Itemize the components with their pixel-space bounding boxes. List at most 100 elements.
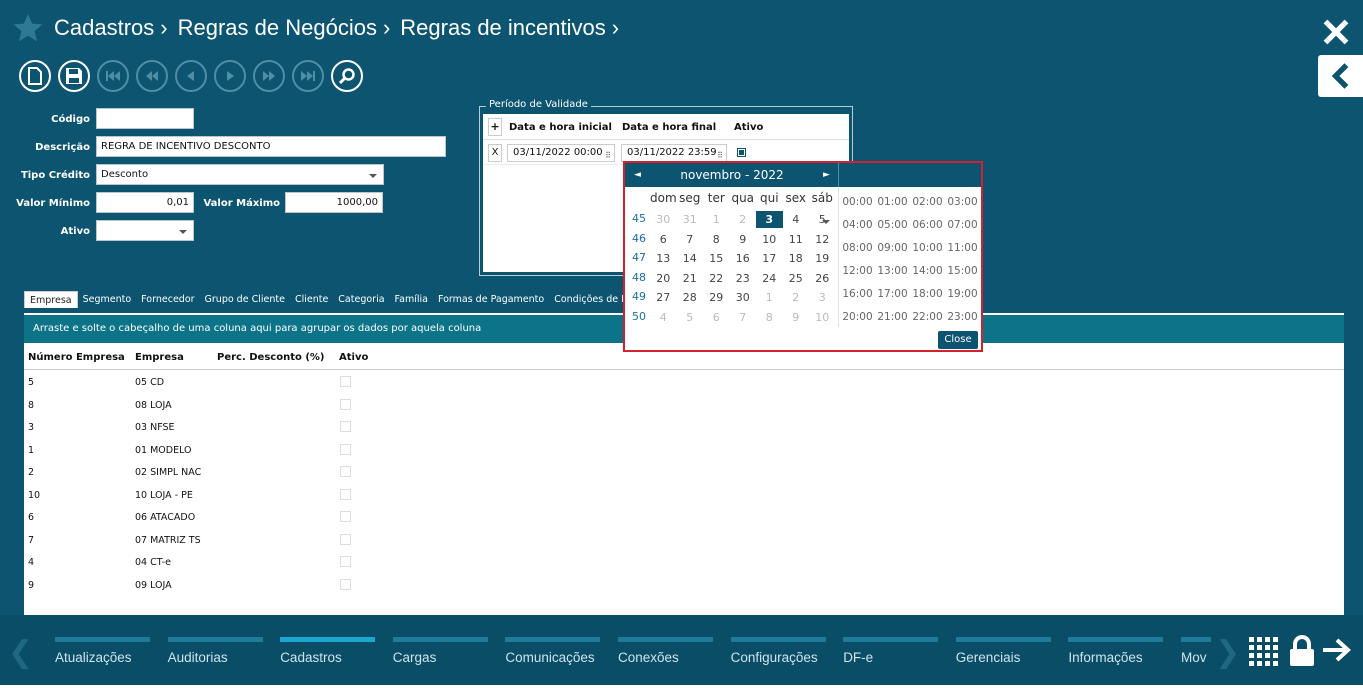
breadcrumb-item-regras-negocios[interactable]: Regras de Negócios bbox=[178, 15, 377, 41]
time-option[interactable]: 04:00 bbox=[840, 214, 875, 237]
next-page-button[interactable] bbox=[253, 60, 285, 92]
time-option[interactable]: 19:00 bbox=[945, 283, 980, 306]
codigo-input[interactable] bbox=[96, 108, 194, 129]
previous-record-button[interactable] bbox=[175, 60, 207, 92]
col-numero-empresa[interactable]: Número Empresa bbox=[28, 352, 125, 363]
tab-cliente[interactable]: Cliente bbox=[290, 291, 333, 308]
tab-grupo-de-cliente[interactable]: Grupo de Cliente bbox=[200, 291, 290, 308]
calendar-day[interactable]: 30 bbox=[730, 289, 757, 306]
calendar-day[interactable]: 18 bbox=[783, 250, 810, 267]
time-option[interactable]: 15:00 bbox=[945, 260, 980, 283]
ativo-checkbox[interactable] bbox=[340, 488, 351, 500]
ativo-checkbox[interactable] bbox=[340, 578, 351, 590]
tab-condi-es-de-pagamento[interactable]: Condições de Pagamento bbox=[549, 291, 624, 308]
calendar-day[interactable]: 2 bbox=[730, 211, 757, 228]
calendar-day[interactable]: 11 bbox=[783, 231, 810, 248]
col-ativo[interactable]: Ativo bbox=[339, 352, 368, 363]
close-icon[interactable] bbox=[1322, 18, 1350, 46]
time-option[interactable]: 05:00 bbox=[875, 214, 910, 237]
tab-fornecedor[interactable]: Fornecedor bbox=[136, 291, 199, 308]
module-cargas[interactable]: Cargas bbox=[392, 637, 488, 665]
time-option[interactable]: 22:00 bbox=[910, 306, 945, 329]
calendar-day[interactable]: 10 bbox=[809, 309, 836, 326]
time-option[interactable]: 16:00 bbox=[840, 283, 875, 306]
calendar-day[interactable]: 24 bbox=[756, 270, 783, 287]
time-option[interactable]: 00:00 bbox=[840, 191, 875, 214]
ativo-select[interactable] bbox=[96, 220, 194, 241]
tab-fam-lia[interactable]: Família bbox=[390, 291, 433, 308]
calendar-day[interactable]: 22 bbox=[703, 270, 730, 287]
calendar-day[interactable]: 7 bbox=[677, 231, 704, 248]
calendar-day[interactable]: 2 bbox=[783, 289, 810, 306]
collapse-panel-button[interactable] bbox=[1318, 55, 1363, 97]
add-period-button[interactable]: + bbox=[488, 118, 502, 136]
module-configuracoes[interactable]: Configurações bbox=[730, 637, 826, 665]
calendar-day[interactable]: 9 bbox=[730, 231, 757, 248]
time-option[interactable]: 23:00 bbox=[945, 306, 980, 329]
time-option[interactable]: 14:00 bbox=[910, 260, 945, 283]
time-option[interactable]: 21:00 bbox=[875, 306, 910, 329]
module-atualizacoes[interactable]: Atualizações bbox=[55, 637, 150, 665]
ativo-checkbox[interactable] bbox=[340, 421, 351, 432]
table-row[interactable]: 3 03 NFSE bbox=[24, 416, 1344, 439]
table-row[interactable]: 7 07 MATRIZ TS bbox=[24, 529, 1344, 552]
calendar-day[interactable]: 30 bbox=[650, 211, 677, 228]
time-option[interactable]: 06:00 bbox=[910, 214, 945, 237]
lock-icon[interactable] bbox=[1289, 635, 1315, 667]
time-option[interactable]: 18:00 bbox=[910, 283, 945, 306]
valor-minimo-input[interactable]: 0,01 bbox=[96, 192, 194, 213]
col-empresa[interactable]: Empresa bbox=[135, 352, 184, 363]
calendar-day[interactable]: 10 bbox=[756, 231, 783, 248]
active-checkbox[interactable] bbox=[737, 148, 746, 157]
calendar-day[interactable]: 6 bbox=[650, 231, 677, 248]
time-option[interactable]: 08:00 bbox=[840, 237, 875, 260]
ativo-checkbox[interactable] bbox=[340, 376, 351, 387]
module-gerenciais[interactable]: Gerenciais bbox=[955, 637, 1051, 665]
time-option[interactable]: 07:00 bbox=[945, 214, 980, 237]
save-button[interactable] bbox=[58, 60, 90, 92]
calendar-day-selected[interactable]: 3 bbox=[756, 211, 783, 228]
tab-formas-de-pagamento[interactable]: Formas de Pagamento bbox=[433, 291, 549, 308]
table-row[interactable]: 1 01 MODELO bbox=[24, 439, 1344, 462]
module-auditorias[interactable]: Auditorias bbox=[167, 637, 263, 665]
scroll-right-icon[interactable]: ❯ bbox=[1215, 635, 1240, 670]
breadcrumb-item-cadastros[interactable]: Cadastros bbox=[54, 15, 154, 41]
time-option[interactable]: 11:00 bbox=[945, 237, 980, 260]
table-row[interactable]: 9 09 LOJA bbox=[24, 574, 1344, 597]
calendar-day[interactable]: 26 bbox=[809, 270, 836, 287]
time-option[interactable]: 01:00 bbox=[875, 191, 910, 214]
module-mov[interactable]: Mov bbox=[1181, 637, 1211, 665]
calendar-day[interactable]: 25 bbox=[783, 270, 810, 287]
next-record-button[interactable] bbox=[214, 60, 246, 92]
remove-period-button[interactable]: X bbox=[488, 144, 502, 162]
calendar-grid-icon[interactable]: ⠿ bbox=[605, 148, 611, 164]
calendar-day[interactable]: 4 bbox=[650, 309, 677, 326]
calendar-day[interactable]: 13 bbox=[650, 250, 677, 267]
calendar-day[interactable]: 28 bbox=[677, 289, 704, 306]
calendar-day[interactable]: 3 bbox=[809, 289, 836, 306]
col-end-header[interactable]: Data e hora final bbox=[622, 122, 716, 133]
table-row[interactable]: 2 02 SIMPL NAC bbox=[24, 461, 1344, 484]
module-cadastros[interactable]: Cadastros bbox=[280, 637, 376, 665]
ativo-checkbox[interactable] bbox=[340, 556, 351, 567]
calendar-day[interactable]: 1 bbox=[756, 289, 783, 306]
close-button[interactable]: Close bbox=[938, 331, 978, 349]
calendar-day[interactable]: 17 bbox=[756, 250, 783, 267]
tab-categoria[interactable]: Categoria bbox=[333, 291, 389, 308]
search-button[interactable] bbox=[331, 60, 363, 92]
table-row[interactable]: 6 06 ATACADO bbox=[24, 506, 1344, 529]
calendar-day[interactable]: 15 bbox=[703, 250, 730, 267]
calendar-day[interactable]: 20 bbox=[650, 270, 677, 287]
new-button[interactable] bbox=[19, 60, 51, 92]
calendar-day[interactable]: 23 bbox=[730, 270, 757, 287]
start-datetime-input[interactable]: 03/11/2022 00:00 ⠿ bbox=[507, 144, 615, 162]
next-month-icon[interactable]: ► bbox=[823, 163, 830, 187]
calendar-day[interactable]: 6 bbox=[703, 309, 730, 326]
calendar-day[interactable]: 31 bbox=[677, 211, 704, 228]
month-title[interactable]: novembro - 2022 bbox=[625, 163, 839, 187]
ativo-checkbox[interactable] bbox=[340, 511, 351, 522]
scroll-left-icon[interactable]: ❮ bbox=[8, 635, 33, 670]
calendar-day[interactable]: 12 bbox=[809, 231, 836, 248]
calendar-day[interactable]: 27 bbox=[650, 289, 677, 306]
calendar-day[interactable]: 16 bbox=[730, 250, 757, 267]
